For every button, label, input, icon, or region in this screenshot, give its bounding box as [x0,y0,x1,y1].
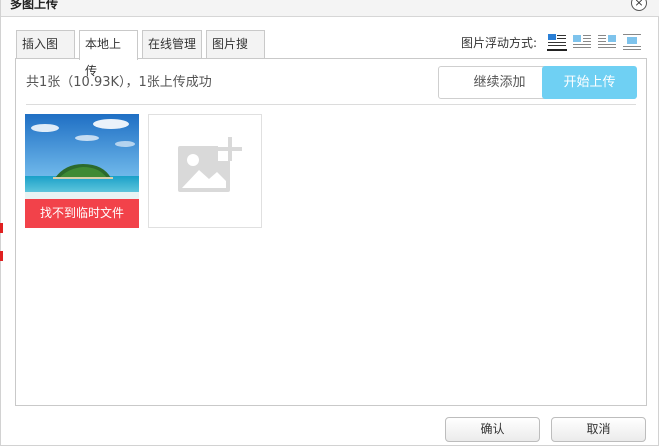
cancel-button[interactable]: 取消 [551,417,646,442]
uploaded-thumbnail[interactable]: 找不到临时文件 [25,114,139,228]
divider [26,104,636,105]
float-mode-label: 图片浮动方式: [461,36,538,50]
tab-online-manage[interactable]: 在线管理 [142,30,202,59]
multi-image-upload-dialog: 多图上传 × 插入图片 本地上传 在线管理 图片搜索 图片浮动方式: [0,0,659,446]
upload-status: 共1张（10.93K），1张上传成功 [26,75,212,90]
tab-image-search[interactable]: 图片搜索 [206,30,265,78]
background-edge-mark [0,251,3,261]
float-left-icon[interactable] [572,33,592,51]
confirm-button[interactable]: 确认 [445,417,540,442]
float-right-icon[interactable] [597,33,617,51]
float-center-icon[interactable] [622,33,642,51]
add-image-box[interactable] [148,114,262,228]
start-upload-button[interactable]: 开始上传 [542,66,637,99]
float-none-icon[interactable] [547,33,567,51]
tab-local-upload[interactable]: 本地上传 [79,30,138,78]
dialog-title: 多图上传 [10,0,59,11]
add-image-icon [178,137,242,192]
dialog-titlebar: 多图上传 [1,0,659,17]
tab-insert-image[interactable]: 插入图片 [16,30,75,78]
upload-panel: 共1张（10.93K），1张上传成功 继续添加 开始上传 找不到临时文件 [15,58,647,406]
background-edge-mark [0,223,3,233]
thumbnail-error-label: 找不到临时文件 [25,199,139,228]
